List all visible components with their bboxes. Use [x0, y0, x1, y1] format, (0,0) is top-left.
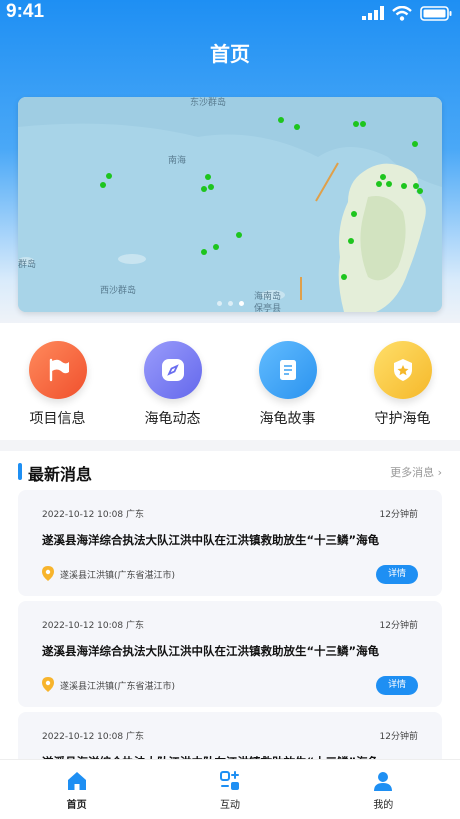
tab-label: 互动 [219, 800, 240, 811]
latest-news-section: 最新消息 更多消息 › 2022-10-12 10:08 广东 12分钟前 遂溪… [0, 451, 460, 818]
signal-icon [362, 6, 384, 20]
map-graphic [18, 97, 442, 312]
turtle-marker[interactable] [341, 274, 347, 280]
map-label-dongsha: 东沙群岛 [190, 98, 227, 108]
detail-button[interactable]: 详情 [376, 676, 418, 695]
menu-item-turtle-stories[interactable]: 海龟故事 [230, 323, 345, 440]
menu-label: 海龟动态 [144, 411, 201, 427]
map-banner[interactable]: 东沙群岛 南海 西沙群岛 群岛 海南岛 保亭县 [18, 97, 442, 312]
news-time-ago: 12分钟前 [379, 732, 418, 742]
menu-label: 海龟故事 [259, 411, 316, 427]
tab-interaction[interactable]: 互动 [153, 760, 306, 819]
news-date: 2022-10-12 10:08 广东 [42, 510, 144, 520]
tab-mine[interactable]: 我的 [307, 760, 460, 819]
detail-button[interactable]: 详情 [376, 565, 418, 584]
user-icon [374, 772, 393, 791]
news-headline: 遂溪县海洋综合执法大队江洪中队在江洪镇救助放生“十三鳞”海龟 [42, 644, 380, 658]
carousel-dot[interactable] [227, 301, 233, 306]
turtle-marker[interactable] [100, 182, 106, 188]
interaction-icon [219, 771, 239, 790]
news-card[interactable]: 2022-10-12 10:08 广东 12分钟前 遂溪县海洋综合执法大队江洪中… [18, 490, 442, 596]
carousel-indicator [18, 301, 442, 306]
tab-label: 首页 [66, 800, 87, 811]
turtle-marker[interactable] [360, 121, 366, 127]
news-time-ago: 12分钟前 [379, 621, 418, 631]
tab-home[interactable]: 首页 [0, 760, 153, 819]
turtle-marker[interactable] [294, 124, 300, 130]
carousel-dot[interactable] [216, 301, 222, 306]
compass-icon [143, 341, 202, 399]
menu-item-guard-turtles[interactable]: 守护海龟 [345, 323, 460, 440]
menu-item-project-info[interactable]: 项目信息 [0, 323, 115, 440]
bottom-tab-bar: 首页 互动 我的 [0, 759, 460, 819]
turtle-marker[interactable] [376, 181, 382, 187]
more-news-label: 更多消息 [390, 466, 435, 479]
turtle-marker[interactable] [208, 184, 214, 190]
location-pin-icon [42, 566, 54, 581]
battery-icon [420, 5, 452, 21]
turtle-marker[interactable] [417, 188, 423, 194]
carousel-dot-active[interactable] [238, 301, 244, 306]
news-card[interactable]: 2022-10-12 10:08 广东 12分钟前 遂溪县海洋综合执法大队江洪中… [18, 601, 442, 707]
news-location: 遂溪县江洪镇(广东省湛江市) [60, 682, 176, 692]
tab-label: 我的 [373, 800, 394, 811]
flag-icon [28, 341, 87, 399]
turtle-marker[interactable] [201, 186, 207, 192]
turtle-marker[interactable] [236, 232, 242, 238]
status-icons [362, 4, 452, 22]
turtle-marker[interactable] [201, 249, 207, 255]
map-label-xisha-left: 群岛 [18, 260, 37, 270]
book-icon [258, 341, 317, 399]
section-accent-bar [18, 463, 22, 480]
menu-item-turtle-news[interactable]: 海龟动态 [115, 323, 230, 440]
turtle-marker[interactable] [106, 173, 112, 179]
status-bar: 9:41 [0, 0, 460, 26]
turtle-marker[interactable] [213, 244, 219, 250]
map-label-xisha: 西沙群岛 [100, 286, 137, 296]
news-location: 遂溪县江洪镇(广东省湛江市) [60, 571, 176, 581]
news-header: 最新消息 更多消息 › [18, 461, 442, 484]
turtle-marker[interactable] [205, 174, 211, 180]
status-time: 9:41 [6, 1, 45, 22]
wifi-icon [392, 5, 412, 21]
location-pin-icon [42, 677, 54, 692]
home-icon [67, 772, 86, 790]
turtle-marker[interactable] [348, 238, 354, 244]
more-news-link[interactable]: 更多消息 › [390, 464, 442, 480]
turtle-marker[interactable] [380, 174, 386, 180]
quick-menu: 项目信息 海龟动态 海龟故事 守护海龟 [0, 323, 460, 440]
turtle-marker[interactable] [412, 141, 418, 147]
turtle-marker[interactable] [386, 181, 392, 187]
news-headline: 遂溪县海洋综合执法大队江洪中队在江洪镇救助放生“十三鳞”海龟 [42, 533, 380, 547]
news-date: 2022-10-12 10:08 广东 [42, 621, 144, 631]
turtle-marker[interactable] [353, 121, 359, 127]
news-time-ago: 12分钟前 [379, 510, 418, 520]
map-label-nanhai: 南海 [168, 156, 187, 166]
chevron-right-icon: › [437, 466, 442, 479]
turtle-marker[interactable] [401, 183, 407, 189]
menu-label: 项目信息 [29, 411, 86, 427]
turtle-marker[interactable] [351, 211, 357, 217]
turtle-marker[interactable] [278, 117, 284, 123]
page-title: 首页 [210, 42, 250, 66]
news-section-title: 最新消息 [28, 465, 93, 484]
shield-star-icon [373, 341, 432, 399]
news-date: 2022-10-12 10:08 广东 [42, 732, 144, 742]
menu-label: 守护海龟 [374, 411, 431, 427]
